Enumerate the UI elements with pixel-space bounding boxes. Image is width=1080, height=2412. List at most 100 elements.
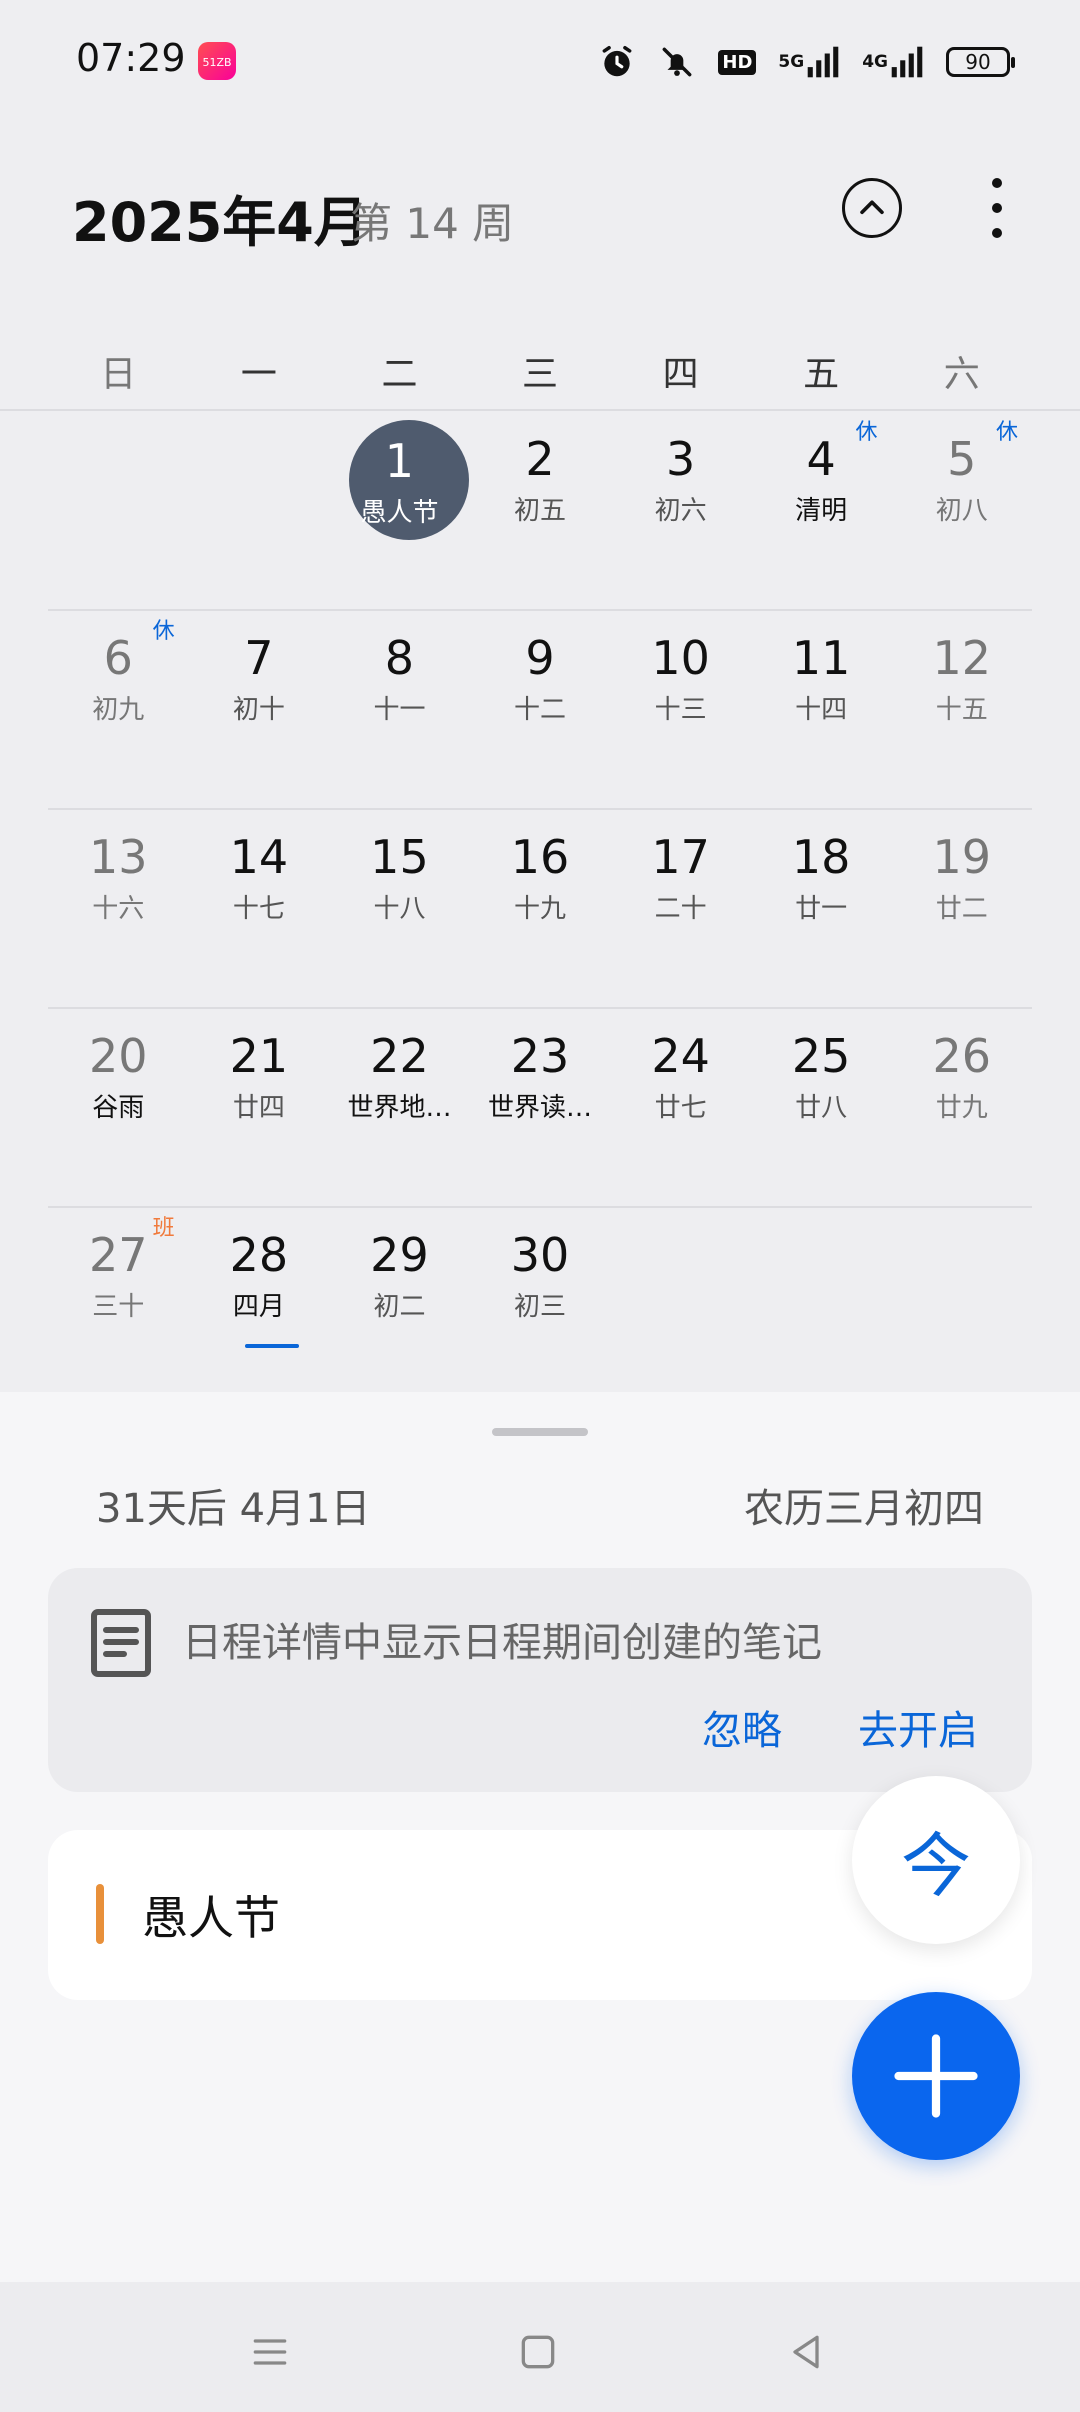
day-number: 23 — [510, 1029, 570, 1083]
day-number: 19 — [932, 830, 992, 884]
day-cell[interactable]: 8 十一 — [329, 611, 470, 808]
calendar-screen: 07:29 51ZB HD 5G 4G 90 2025年4月 第 14 周 日 … — [0, 0, 1080, 2412]
day-cell[interactable]: 22 世界地… — [329, 1009, 470, 1206]
back-nav-button[interactable] — [776, 2322, 836, 2382]
menu-icon — [253, 2339, 287, 2365]
week-row: 20 谷雨 21 廿四 22 世界地… 23 世界读… 24 廿七 25 廿八 — [48, 1007, 1032, 1206]
more-dot-icon — [992, 228, 1002, 238]
day-lunar-label: 世界地… — [347, 1093, 452, 1123]
weekday-sat: 六 — [943, 354, 980, 395]
day-cell[interactable]: 休 6 初九 — [48, 611, 189, 808]
event-title: 愚人节 — [142, 1891, 280, 1945]
week-number: 第 14 周 — [350, 199, 515, 248]
day-cell[interactable]: 18 廿一 — [751, 810, 892, 1007]
day-cell[interactable]: 13 十六 — [48, 810, 189, 1007]
day-cell[interactable]: 休 4 清明 — [751, 412, 892, 609]
day-number: 29 — [370, 1228, 429, 1282]
day-lunar-label: 初三 — [514, 1292, 567, 1322]
go-to-today-button[interactable]: 今 — [852, 1776, 1020, 1944]
event-color-bar — [96, 1884, 104, 1944]
day-cell-selected[interactable]: 1 愚人节 — [329, 412, 470, 609]
day-cell[interactable]: 30 初三 — [470, 1208, 611, 1405]
today-fab-label: 今 — [901, 1824, 971, 1907]
signal-4g-label: 4G — [862, 51, 888, 72]
day-number: 25 — [791, 1029, 851, 1083]
day-cell[interactable]: 26 廿九 — [891, 1009, 1032, 1206]
day-cell[interactable]: 15 十八 — [329, 810, 470, 1007]
collapse-calendar-button[interactable] — [842, 178, 902, 238]
sheet-drag-handle[interactable] — [492, 1428, 588, 1436]
month-title[interactable]: 2025年4月 — [72, 178, 368, 257]
weekday-sun: 日 — [100, 354, 137, 395]
day-number: 11 — [791, 631, 851, 685]
empty-day-cell — [610, 1208, 751, 1405]
empty-day-cell — [751, 1208, 892, 1405]
day-cell[interactable]: 2 初五 — [470, 412, 611, 609]
day-number: 21 — [229, 1029, 289, 1083]
alarm-icon — [598, 43, 636, 81]
day-number: 18 — [791, 830, 851, 884]
add-event-button[interactable] — [852, 1992, 1020, 2160]
day-lunar-label: 谷雨 — [92, 1093, 145, 1123]
day-lunar-label: 初六 — [654, 496, 707, 526]
day-cell[interactable]: 11 十四 — [751, 611, 892, 808]
weekday-thu: 四 — [662, 354, 699, 395]
day-cell[interactable]: 20 谷雨 — [48, 1009, 189, 1206]
day-cell[interactable]: 21 廿四 — [189, 1009, 330, 1206]
day-lunar-label: 愚人节 — [360, 498, 439, 528]
day-lunar-label: 廿一 — [795, 894, 848, 924]
weekday-tue: 二 — [381, 354, 418, 395]
day-number: 30 — [510, 1228, 570, 1282]
day-cell[interactable]: 17 二十 — [610, 810, 751, 1007]
plus-icon — [894, 2034, 978, 2118]
menu-nav-button[interactable] — [240, 2322, 300, 2382]
day-cell[interactable]: 25 廿八 — [751, 1009, 892, 1206]
day-lunar-label: 十一 — [373, 695, 426, 725]
hd-icon: HD — [718, 49, 757, 75]
weekday-wed: 三 — [522, 354, 559, 395]
divider — [0, 409, 1080, 411]
day-number: 2 — [525, 432, 555, 486]
day-cell-today[interactable]: 28 四月 — [189, 1208, 330, 1405]
day-number: 10 — [651, 631, 710, 685]
weekday-mon: 一 — [240, 354, 277, 395]
day-cell[interactable]: 12 十五 — [891, 611, 1032, 808]
day-cell[interactable]: 29 初二 — [329, 1208, 470, 1405]
ignore-button[interactable]: 忽略 — [702, 1698, 782, 1756]
home-nav-button[interactable] — [508, 2322, 568, 2382]
day-cell[interactable]: 7 初十 — [189, 611, 330, 808]
day-cell[interactable]: 班 27 三十 — [48, 1208, 189, 1405]
day-lunar-label: 十三 — [654, 695, 707, 725]
day-lunar-label: 十五 — [935, 695, 988, 725]
day-lunar-label: 廿八 — [795, 1093, 848, 1123]
day-number: 12 — [932, 631, 992, 685]
day-lunar-label: 三十 — [92, 1292, 145, 1322]
month-grid: 1 愚人节 2 初五 3 初六 休 4 清明 休 5 初八 休 6 初九 7 初… — [48, 412, 1032, 1405]
day-number: 7 — [244, 631, 274, 685]
day-cell[interactable]: 19 廿二 — [891, 810, 1032, 1007]
day-cell[interactable]: 14 十七 — [189, 810, 330, 1007]
day-cell[interactable]: 23 世界读… — [470, 1009, 611, 1206]
day-lunar-label: 廿二 — [935, 894, 988, 924]
day-number: 1 — [384, 434, 415, 488]
week-row: 13 十六 14 十七 15 十八 16 十九 17 二十 18 廿一 19 廿… — [48, 808, 1032, 1007]
weekday-fri: 五 — [803, 354, 840, 395]
day-cell[interactable]: 16 十九 — [470, 810, 611, 1007]
day-lunar-label: 初五 — [514, 496, 567, 526]
day-lunar-label: 廿七 — [654, 1093, 707, 1123]
hd-label: HD — [718, 49, 757, 75]
more-dot-icon — [992, 203, 1002, 213]
day-cell[interactable]: 9 十二 — [470, 611, 611, 808]
app-notification-icon: 51ZB — [198, 42, 236, 80]
day-lunar-label: 初十 — [232, 695, 285, 725]
day-cell[interactable]: 休 5 初八 — [891, 412, 1032, 609]
enable-button[interactable]: 去开启 — [858, 1698, 978, 1756]
status-icons: HD 5G 4G 90 — [598, 40, 1015, 84]
notes-notice-card: 日程详情中显示日程期间创建的笔记 忽略 去开启 — [48, 1568, 1032, 1792]
day-cell[interactable]: 24 廿七 — [610, 1009, 751, 1206]
day-cell[interactable]: 10 十三 — [610, 611, 751, 808]
more-options-button[interactable] — [980, 178, 1014, 238]
day-lunar-label: 四月 — [232, 1292, 285, 1322]
day-lunar-label: 廿四 — [232, 1093, 285, 1123]
day-cell[interactable]: 3 初六 — [610, 412, 751, 609]
